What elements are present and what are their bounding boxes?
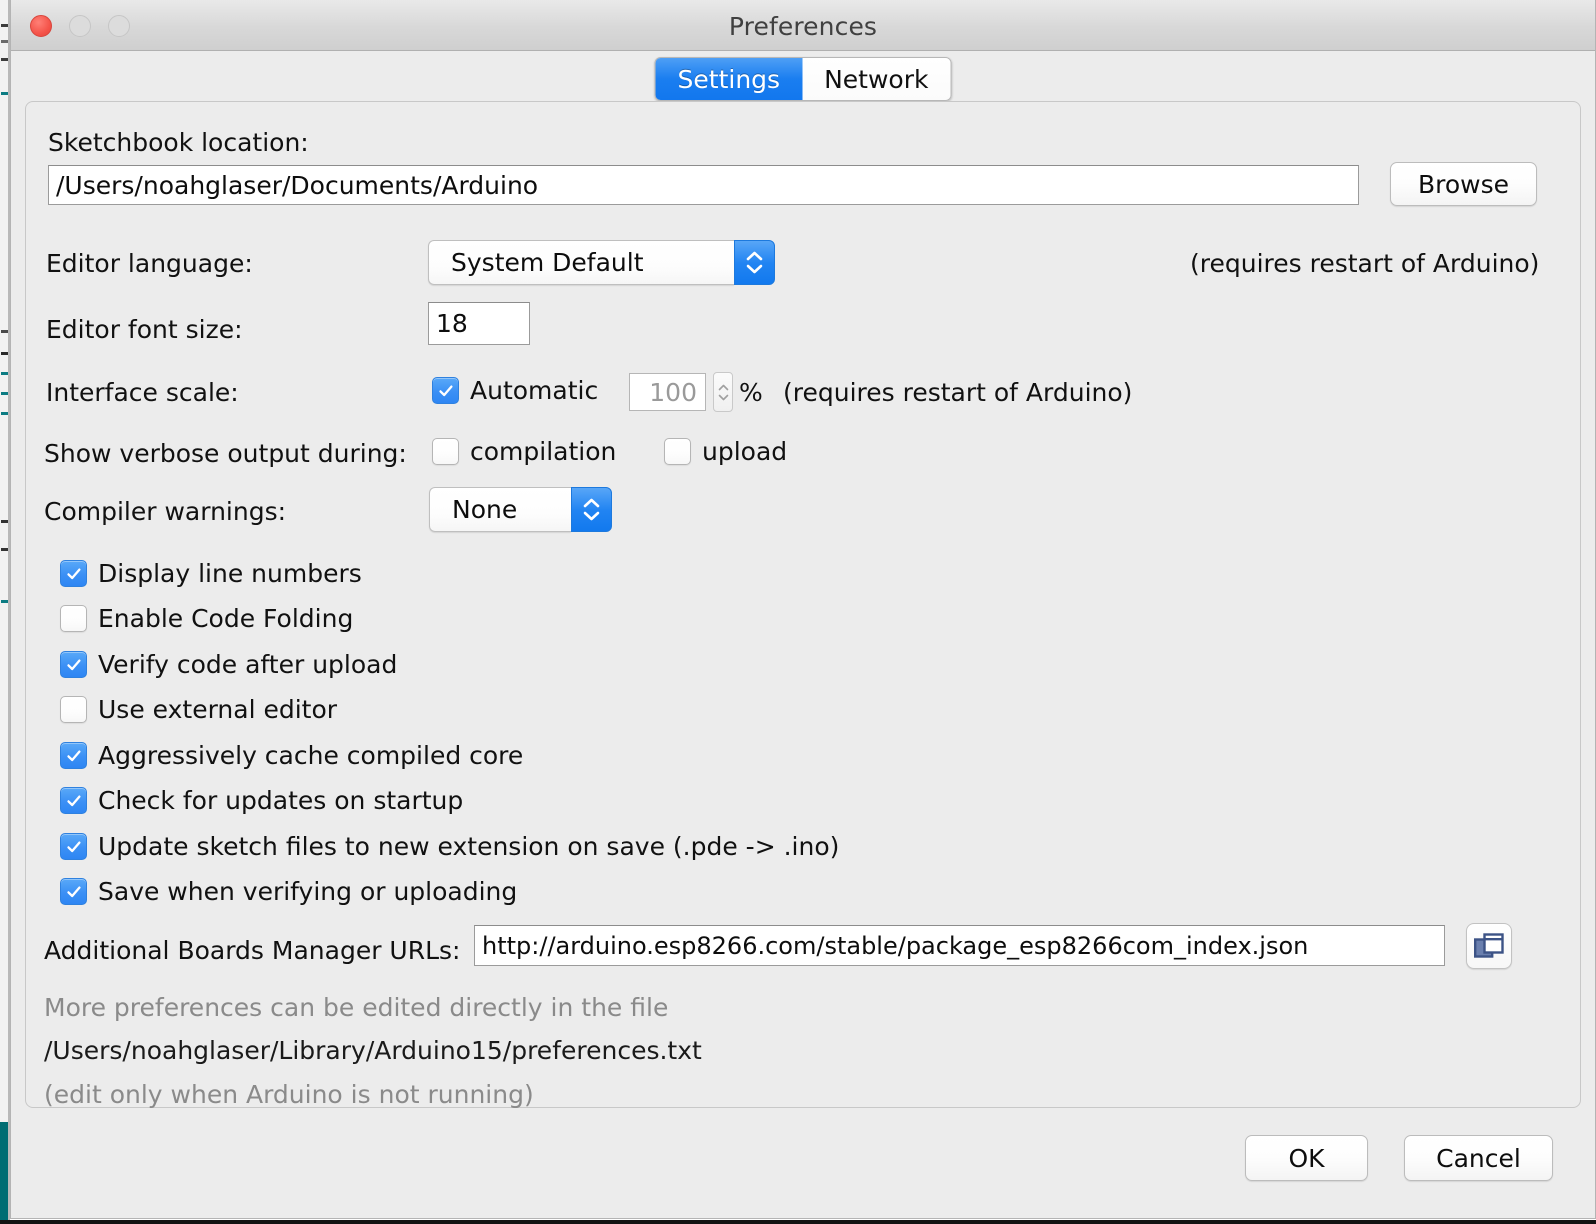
sketchbook-location-input[interactable]: /Users/noahglaser/Documents/Arduino <box>48 165 1359 205</box>
checkbox-label: Aggressively cache compiled core <box>98 741 524 770</box>
editor-language-select[interactable]: System Default <box>428 240 775 285</box>
checkbox-aggressively-cache-compiled-core[interactable]: Aggressively cache compiled core <box>60 741 523 770</box>
chevron-up-icon <box>583 498 600 508</box>
checkbox-label: Verify code after upload <box>98 650 398 679</box>
checkbox-box[interactable] <box>60 878 87 905</box>
tab-network[interactable]: Network <box>802 58 951 100</box>
interface-scale-restart-note: (requires restart of Arduino) <box>783 378 1133 407</box>
preferences-file-path: /Users/noahglaser/Library/Arduino15/pref… <box>44 1036 702 1065</box>
editor-font-size-label: Editor font size: <box>46 315 243 344</box>
boards-manager-urls-expand-button[interactable] <box>1466 923 1512 969</box>
checkbox-save-when-verifying-or-uploading[interactable]: Save when verifying or uploading <box>60 877 517 906</box>
checkmark-icon <box>66 794 81 806</box>
more-preferences-line: More preferences can be edited directly … <box>44 993 669 1022</box>
editor-language-value: System Default <box>428 240 734 285</box>
chevron-up-icon <box>746 251 763 261</box>
checkbox-update-sketch-files-extension[interactable]: Update sketch files to new extension on … <box>60 832 839 861</box>
background-window-sliver <box>0 0 10 1224</box>
interface-scale-value-input[interactable]: 100 <box>629 373 706 411</box>
boards-manager-urls-label: Additional Boards Manager URLs: <box>44 936 461 965</box>
checkbox-box[interactable] <box>60 787 87 814</box>
checkbox-label: Enable Code Folding <box>98 604 354 633</box>
checkbox-enable-code-folding[interactable]: Enable Code Folding <box>60 604 353 633</box>
checkbox-box[interactable] <box>60 560 87 587</box>
verbose-compilation-checkbox[interactable] <box>432 438 459 465</box>
title-bar: Preferences <box>11 0 1595 51</box>
tab-settings[interactable]: Settings <box>655 58 803 100</box>
checkbox-label: Check for updates on startup <box>98 786 464 815</box>
windows-stack-icon <box>1474 932 1504 958</box>
interface-scale-stepper[interactable] <box>713 372 733 412</box>
boards-manager-urls-input[interactable]: http://arduino.esp8266.com/stable/packag… <box>474 925 1445 966</box>
checkmark-icon <box>66 749 81 761</box>
stepper-down-icon <box>718 394 728 400</box>
checkbox-box[interactable] <box>60 605 87 632</box>
checkmark-icon <box>438 384 453 396</box>
settings-panel: Sketchbook location: /Users/noahglaser/D… <box>25 101 1581 1109</box>
preferences-window: Preferences Settings Network Sketchbook … <box>10 0 1596 1219</box>
compiler-warnings-label: Compiler warnings: <box>44 497 287 526</box>
checkbox-verify-code-after-upload[interactable]: Verify code after upload <box>60 650 397 679</box>
ok-button[interactable]: OK <box>1245 1135 1368 1181</box>
interface-scale-percent-symbol: % <box>739 378 763 407</box>
chevron-down-icon <box>746 264 763 274</box>
checkbox-label: Save when verifying or uploading <box>98 877 518 906</box>
editor-language-label: Editor language: <box>46 249 253 278</box>
edit-only-note: (edit only when Arduino is not running) <box>44 1080 534 1109</box>
checkbox-check-for-updates-on-startup[interactable]: Check for updates on startup <box>60 786 463 815</box>
checkmark-icon <box>66 567 81 579</box>
verbose-output-label: Show verbose output during: <box>44 439 407 468</box>
tab-strip: Settings Network <box>11 51 1595 101</box>
checkmark-icon <box>66 658 81 670</box>
checkbox-label: Display line numbers <box>98 559 362 588</box>
dialog-footer: OK Cancel <box>11 1108 1595 1218</box>
checkbox-display-line-numbers[interactable]: Display line numbers <box>60 559 362 588</box>
window-title: Preferences <box>728 12 878 41</box>
checkbox-label: Use external editor <box>98 695 338 724</box>
checkbox-box[interactable] <box>60 742 87 769</box>
compiler-warnings-value: None <box>429 487 571 532</box>
interface-scale-label: Interface scale: <box>46 378 239 407</box>
verbose-upload-label: upload <box>702 437 788 466</box>
verbose-compilation-row[interactable]: compilation <box>432 437 616 466</box>
editor-language-stepper-arrows <box>734 240 775 285</box>
compiler-warnings-stepper-arrows <box>571 487 612 532</box>
checkmark-icon <box>66 840 81 852</box>
interface-scale-automatic-row[interactable]: Automatic <box>432 376 598 405</box>
checkbox-box[interactable] <box>60 696 87 723</box>
verbose-compilation-label: compilation <box>470 437 617 466</box>
verbose-upload-row[interactable]: upload <box>664 437 787 466</box>
editor-language-restart-note: (requires restart of Arduino) <box>1190 249 1540 278</box>
checkbox-label: Update sketch files to new extension on … <box>98 832 840 861</box>
interface-scale-automatic-checkbox[interactable] <box>432 377 459 404</box>
compiler-warnings-select[interactable]: None <box>429 487 612 532</box>
stepper-up-icon <box>718 384 728 390</box>
verbose-upload-checkbox[interactable] <box>664 438 691 465</box>
editor-font-size-input[interactable]: 18 <box>428 302 530 345</box>
sketchbook-location-label: Sketchbook location: <box>48 128 309 157</box>
checkbox-use-external-editor[interactable]: Use external editor <box>60 695 337 724</box>
browse-button[interactable]: Browse <box>1390 162 1537 206</box>
checkbox-box[interactable] <box>60 833 87 860</box>
cancel-button[interactable]: Cancel <box>1404 1135 1553 1181</box>
screen-bottom-edge <box>0 1220 1596 1224</box>
checkbox-box[interactable] <box>60 651 87 678</box>
chevron-down-icon <box>583 511 600 521</box>
interface-scale-automatic-label: Automatic <box>470 376 599 405</box>
checkmark-icon <box>66 885 81 897</box>
